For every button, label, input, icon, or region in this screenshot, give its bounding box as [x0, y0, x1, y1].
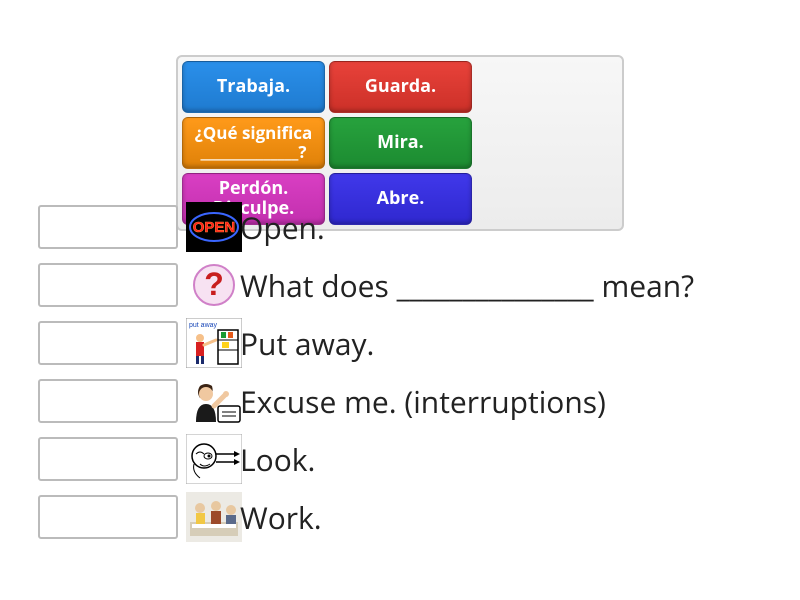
answer-row: Excuse me. (interruptions)	[38, 372, 778, 430]
card-label: Mira.	[377, 133, 424, 153]
put-away-icon: put away	[186, 318, 242, 368]
excuse-me-icon	[186, 376, 242, 426]
svg-text:put away: put away	[189, 322, 218, 329]
answer-row: OPEN Open.	[38, 198, 778, 256]
row-text: Work.	[240, 497, 322, 538]
answer-rows: OPEN Open. ? What does _______________ m…	[38, 198, 778, 546]
dropzone[interactable]	[38, 379, 178, 423]
dropzone[interactable]	[38, 437, 178, 481]
dropzone[interactable]	[38, 321, 178, 365]
answer-row: put away Put away.	[38, 314, 778, 372]
card-label: Guarda.	[365, 77, 436, 97]
row-text: What does _______________ mean?	[240, 265, 694, 306]
card-trabaja[interactable]: Trabaja.	[182, 61, 325, 113]
row-text: Look.	[240, 439, 315, 480]
card-que-significa[interactable]: ¿Qué significa ______________?	[182, 117, 325, 169]
dropzone[interactable]	[38, 263, 178, 307]
card-label: Trabaja.	[217, 77, 290, 97]
row-text: Put away.	[240, 323, 374, 364]
card-guarda[interactable]: Guarda.	[329, 61, 472, 113]
question-mark-icon: ?	[186, 260, 242, 310]
svg-text:OPEN: OPEN	[193, 219, 236, 236]
answer-row: Look.	[38, 430, 778, 488]
row-text: Excuse me. (interruptions)	[240, 381, 606, 422]
card-mira[interactable]: Mira.	[329, 117, 472, 169]
answer-row: ? What does _______________ mean?	[38, 256, 778, 314]
dropzone[interactable]	[38, 205, 178, 249]
card-label: ¿Qué significa ______________?	[189, 124, 318, 161]
row-text: Open.	[240, 207, 325, 248]
answer-row: Work.	[38, 488, 778, 546]
open-sign-icon: OPEN	[186, 202, 242, 252]
dropzone[interactable]	[38, 495, 178, 539]
look-icon	[186, 434, 242, 484]
work-icon	[186, 492, 242, 542]
svg-text:?: ?	[204, 266, 224, 302]
